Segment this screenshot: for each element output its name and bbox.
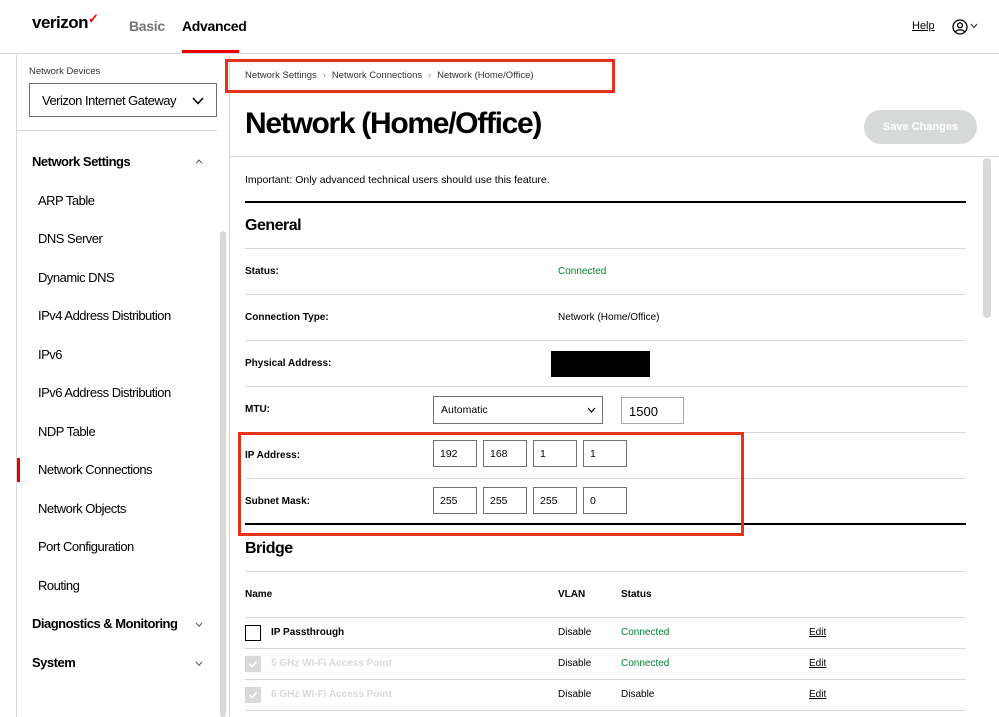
sidebar-group-network-settings[interactable]: Network Settings xyxy=(32,154,131,169)
physical-address-redacted xyxy=(551,351,650,377)
checkbox-6ghz-access-point xyxy=(245,687,261,703)
row-divider xyxy=(245,710,966,711)
edit-link[interactable]: Edit xyxy=(809,689,826,700)
physical-address-label: Physical Address: xyxy=(245,358,332,369)
mtu-label: MTU: xyxy=(245,404,270,415)
row-divider xyxy=(245,294,966,295)
checkmark-icon xyxy=(248,691,258,699)
row-divider xyxy=(245,386,966,387)
user-account-icon[interactable] xyxy=(952,19,968,35)
sidebar-scrollbar[interactable] xyxy=(220,231,226,717)
chevron-down-icon xyxy=(587,407,596,413)
top-header: verizon✓ Basic Advanced Help xyxy=(0,0,999,54)
chevron-down-icon[interactable] xyxy=(195,661,203,666)
active-item-indicator xyxy=(17,458,20,482)
section-divider xyxy=(245,201,966,203)
main-scrollbar[interactable] xyxy=(983,158,991,318)
sidebar-item-ndp-table[interactable]: NDP Table xyxy=(38,424,96,439)
row-divider xyxy=(245,617,966,618)
connection-type-label: Connection Type: xyxy=(245,312,329,323)
mtu-mode-select[interactable]: Automatic xyxy=(433,396,603,424)
network-device-select[interactable]: Verizon Internet Gateway xyxy=(29,83,217,117)
highlight-box-breadcrumb xyxy=(225,59,615,93)
sidebar-item-ipv6[interactable]: IPv6 xyxy=(38,347,63,362)
chevron-down-icon xyxy=(192,97,204,105)
help-link[interactable]: Help xyxy=(912,20,935,32)
section-title-bridge: Bridge xyxy=(245,540,293,557)
active-tab-indicator xyxy=(182,50,239,53)
sidebar-item-port-configuration[interactable]: Port Configuration xyxy=(38,539,134,554)
bridge-name-5ghz-access-point: 5 GHz Wi-Fi Access Point xyxy=(271,658,392,669)
column-header-status: Status xyxy=(621,589,652,600)
checkmark-icon xyxy=(248,660,258,668)
important-notice: Important: Only advanced technical users… xyxy=(245,174,550,186)
brand-name: verizon xyxy=(32,13,89,32)
header-divider xyxy=(230,156,999,157)
sidebar-item-dns-server[interactable]: DNS Server xyxy=(38,231,103,246)
bridge-name-6ghz-access-point: 6 GHz Wi-Fi Access Point xyxy=(271,689,392,700)
highlight-box-ip-subnet xyxy=(238,432,744,536)
verizon-logo[interactable]: verizon✓ xyxy=(32,11,99,33)
column-header-vlan: VLAN xyxy=(558,589,586,600)
sidebar-item-ipv6-address-distribution[interactable]: IPv6 Address Distribution xyxy=(38,385,171,400)
sidebar-divider xyxy=(17,130,217,131)
sidebar-item-network-objects[interactable]: Network Objects xyxy=(38,501,126,516)
edit-link[interactable]: Edit xyxy=(809,658,826,669)
tab-basic[interactable]: Basic xyxy=(129,18,165,34)
checkbox-5ghz-access-point xyxy=(245,656,261,672)
brand-check-icon: ✓ xyxy=(88,11,99,26)
row-divider xyxy=(245,248,966,249)
network-devices-label: Network Devices xyxy=(29,66,101,77)
edit-link[interactable]: Edit xyxy=(809,627,826,638)
bridge-status: Disable xyxy=(621,689,655,700)
row-divider xyxy=(245,571,966,572)
device-select-value: Verizon Internet Gateway xyxy=(42,93,176,108)
save-changes-button[interactable]: Save Changes xyxy=(864,110,977,144)
section-title-general: General xyxy=(245,217,302,234)
connection-type-value: Network (Home/Office) xyxy=(558,312,660,323)
row-divider xyxy=(245,648,966,649)
tab-advanced[interactable]: Advanced xyxy=(182,18,247,34)
bridge-name-ip-passthrough: IP Passthrough xyxy=(271,627,345,638)
row-divider xyxy=(245,340,966,341)
bridge-vlan: Disable xyxy=(558,627,592,638)
sidebar-item-routing[interactable]: Routing xyxy=(38,578,80,593)
sidebar-item-dynamic-dns[interactable]: Dynamic DNS xyxy=(38,270,115,285)
mtu-value-input[interactable]: 1500 xyxy=(621,397,684,424)
sidebar-item-ipv4-address-distribution[interactable]: IPv4 Address Distribution xyxy=(38,308,171,323)
sidebar-group-diagnostics[interactable]: Diagnostics & Monitoring xyxy=(32,616,178,631)
chevron-down-icon[interactable] xyxy=(970,23,978,29)
sidebar-item-arp-table[interactable]: ARP Table xyxy=(38,193,95,208)
checkbox-ip-passthrough[interactable] xyxy=(245,625,261,641)
mtu-mode-value: Automatic xyxy=(441,404,488,416)
chevron-down-icon[interactable] xyxy=(195,622,203,627)
bridge-vlan: Disable xyxy=(558,689,592,700)
sidebar-group-system[interactable]: System xyxy=(32,655,76,670)
sidebar-item-network-connections[interactable]: Network Connections xyxy=(38,462,153,477)
bridge-status: Connected xyxy=(621,627,670,638)
bridge-status: Connected xyxy=(621,658,670,669)
chevron-up-icon[interactable] xyxy=(195,159,203,164)
bridge-vlan: Disable xyxy=(558,658,592,669)
row-divider xyxy=(245,679,966,680)
column-header-name: Name xyxy=(245,589,273,600)
status-value: Connected xyxy=(558,266,607,277)
page-title: Network (Home/Office) xyxy=(245,107,542,140)
status-label: Status: xyxy=(245,266,279,277)
sidebar: Network Devices Verizon Internet Gateway… xyxy=(16,55,230,717)
